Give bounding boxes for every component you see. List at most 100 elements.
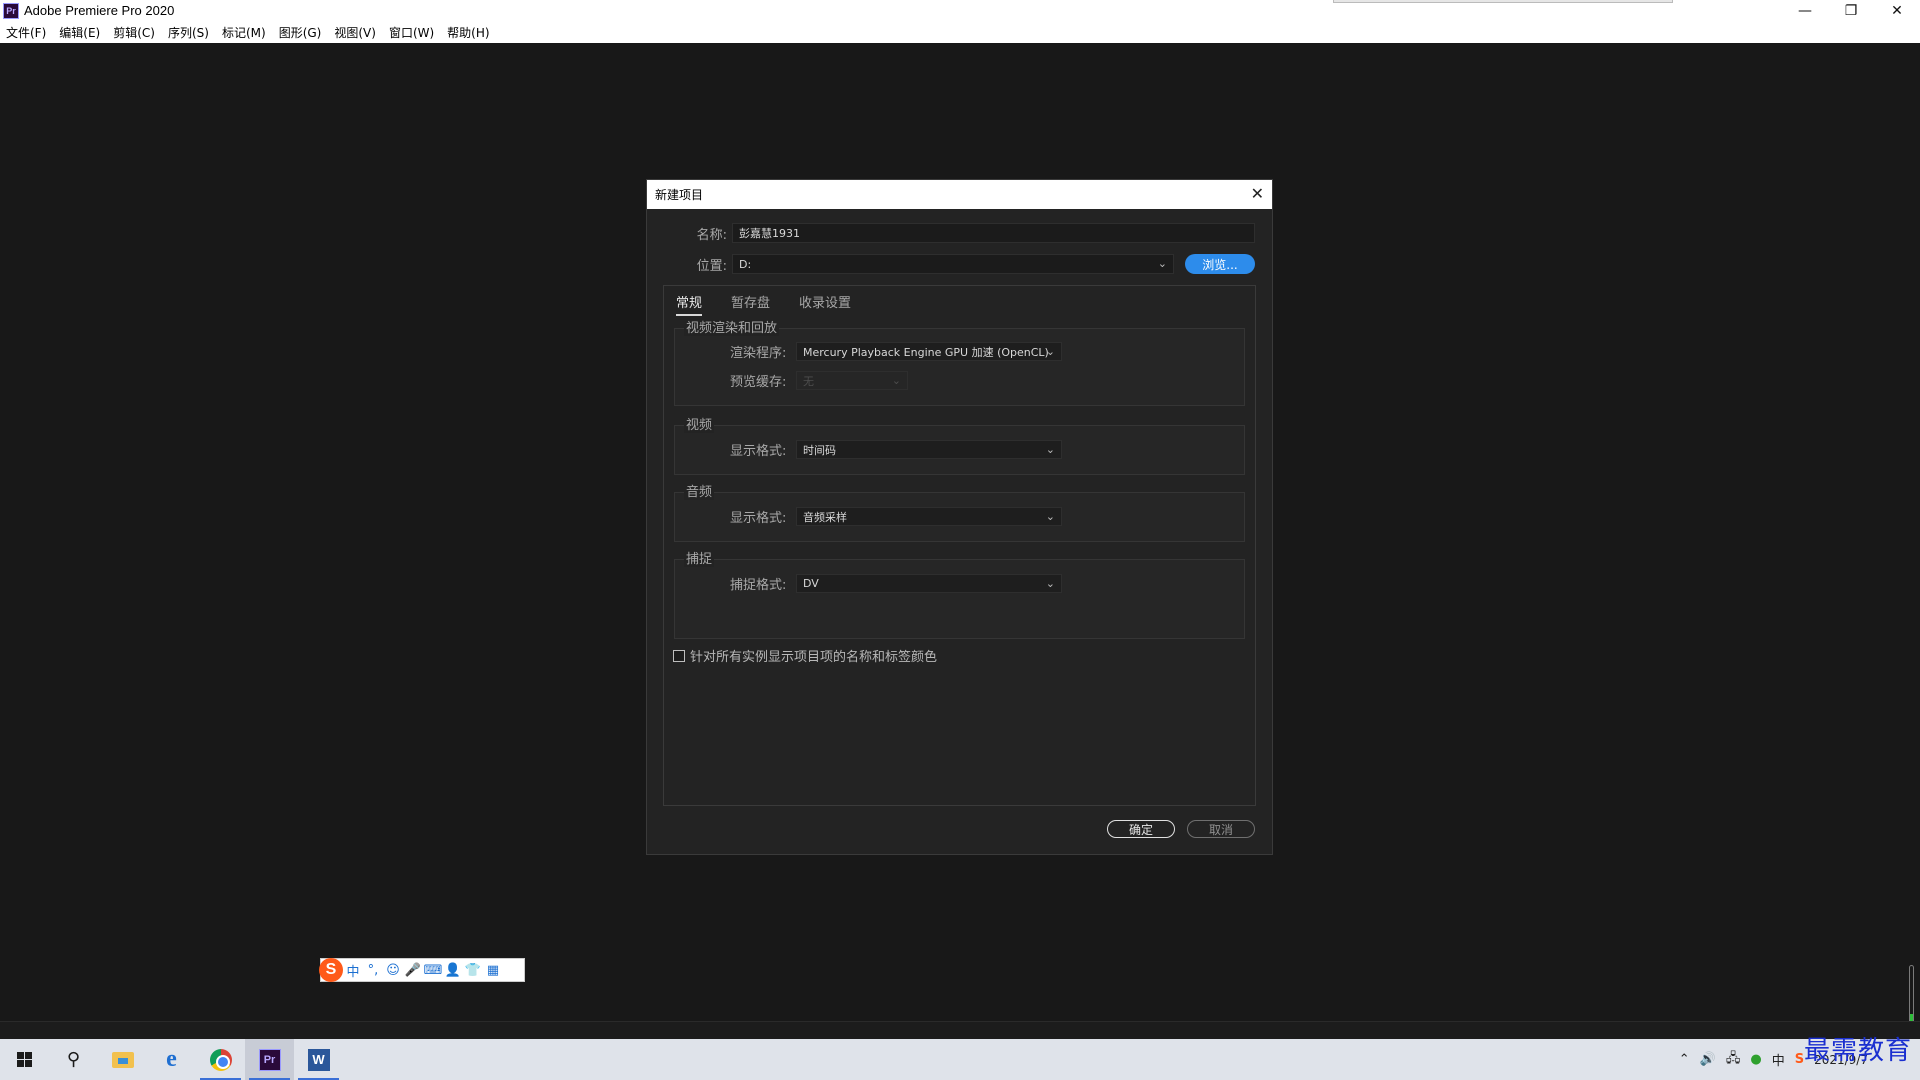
chevron-down-icon: ⌄ bbox=[1045, 577, 1055, 590]
chinese-mode-icon[interactable]: 中 bbox=[343, 961, 363, 980]
group-title: 捕捉 bbox=[684, 548, 715, 567]
capture-group: 捕捉 捕捉格式: DV ⌄ bbox=[674, 548, 1245, 639]
preview-cache-select: 无 ⌄ bbox=[796, 371, 908, 390]
renderer-label: 渲染程序: bbox=[730, 346, 787, 361]
minimize-button[interactable]: — bbox=[1782, 0, 1828, 21]
video-format-label: 显示格式: bbox=[730, 444, 787, 459]
location-value: D: bbox=[739, 257, 752, 271]
video-format-value: 时间码 bbox=[803, 443, 836, 457]
checkbox-label: 针对所有实例显示项目项的名称和标签颜色 bbox=[690, 650, 938, 665]
name-row: 名称: 彭嘉慧1931 bbox=[687, 223, 1255, 243]
show-label-color-option[interactable]: 针对所有实例显示项目项的名称和标签颜色 bbox=[673, 646, 937, 665]
dialog-title-bar: 新建项目 ✕ bbox=[647, 180, 1272, 209]
user-icon[interactable]: 👤 bbox=[443, 963, 463, 978]
windows-logo-icon bbox=[17, 1052, 32, 1067]
app-status-strip bbox=[0, 1021, 1920, 1039]
name-label: 名称: bbox=[696, 227, 727, 243]
chevron-down-icon: ⌄ bbox=[1157, 257, 1167, 270]
edge-icon: e bbox=[166, 1046, 177, 1072]
browse-button[interactable]: 浏览... bbox=[1185, 254, 1255, 274]
menu-view[interactable]: 视图(V) bbox=[334, 24, 376, 41]
close-icon[interactable]: ✕ bbox=[1251, 184, 1264, 203]
tab-ingest-settings[interactable]: 收录设置 bbox=[799, 292, 851, 316]
restore-button[interactable]: ❐ bbox=[1828, 0, 1874, 21]
tab-general[interactable]: 常规 bbox=[676, 292, 703, 316]
audio-format-value: 音频采样 bbox=[803, 510, 847, 524]
capture-format-value: DV bbox=[803, 577, 819, 590]
security-icon[interactable]: ● bbox=[1750, 1052, 1761, 1067]
location-label: 位置: bbox=[696, 258, 727, 274]
window-title: Adobe Premiere Pro 2020 bbox=[24, 3, 175, 18]
punctuation-icon[interactable]: °, bbox=[363, 963, 383, 978]
menu-file[interactable]: 文件(F) bbox=[6, 24, 46, 41]
cancel-button[interactable]: 取消 bbox=[1187, 820, 1255, 838]
video-format-select[interactable]: 时间码 ⌄ bbox=[796, 440, 1062, 459]
ime-toolbar: S 中 °, ☺ 🎤 ⌨ 👤 👕 ▦ bbox=[319, 958, 525, 982]
sogou-tray-icon[interactable]: S bbox=[1795, 1052, 1804, 1067]
volume-indicator bbox=[1909, 965, 1914, 1025]
capture-format-select[interactable]: DV ⌄ bbox=[796, 574, 1062, 593]
microphone-icon[interactable]: 🎤 bbox=[403, 963, 423, 978]
menu-sequence[interactable]: 序列(S) bbox=[168, 24, 209, 41]
edge-button[interactable]: e bbox=[147, 1039, 196, 1080]
menu-markers[interactable]: 标记(M) bbox=[222, 24, 266, 41]
premiere-app-icon: Pr bbox=[3, 2, 19, 19]
group-title: 视频渲染和回放 bbox=[684, 317, 780, 336]
menu-help[interactable]: 帮助(H) bbox=[447, 24, 489, 41]
renderer-select[interactable]: Mercury Playback Engine GPU 加速 (OpenCL) … bbox=[796, 342, 1062, 361]
title-bar: Pr Adobe Premiere Pro 2020 — ❐ ✕ bbox=[0, 0, 1920, 21]
preview-cache-label: 预览缓存: bbox=[730, 375, 787, 390]
tab-scratch-disks[interactable]: 暂存盘 bbox=[731, 292, 770, 316]
close-window-button[interactable]: ✕ bbox=[1874, 0, 1920, 21]
file-explorer-button[interactable] bbox=[98, 1039, 147, 1080]
menu-clip[interactable]: 剪辑(C) bbox=[113, 24, 155, 41]
group-title: 视频 bbox=[684, 414, 715, 433]
word-icon: W bbox=[307, 1048, 330, 1071]
menu-edit[interactable]: 编辑(E) bbox=[59, 24, 100, 41]
toolbox-icon[interactable]: ▦ bbox=[483, 963, 503, 978]
ok-button[interactable]: 确定 bbox=[1107, 820, 1175, 838]
search-icon: ⚲ bbox=[66, 1049, 81, 1070]
chevron-down-icon: ⌄ bbox=[1045, 345, 1055, 358]
video-rendering-group: 视频渲染和回放 渲染程序: Mercury Playback Engine GP… bbox=[674, 317, 1245, 406]
tooltip-edge bbox=[1333, 0, 1673, 3]
input-method-icon[interactable]: 中 bbox=[1772, 1050, 1785, 1069]
keyboard-icon[interactable]: ⌨ bbox=[423, 963, 443, 978]
watermark-logo: 最需教育 bbox=[1803, 1036, 1912, 1066]
sogou-logo-icon[interactable]: S bbox=[319, 958, 343, 982]
skin-icon[interactable]: 👕 bbox=[463, 963, 483, 978]
start-button[interactable] bbox=[0, 1039, 49, 1080]
window-controls: — ❐ ✕ bbox=[1782, 0, 1920, 21]
menu-graphics[interactable]: 图形(G) bbox=[279, 24, 322, 41]
audio-format-label: 显示格式: bbox=[730, 511, 787, 526]
capture-format-label: 捕捉格式: bbox=[730, 578, 787, 593]
word-taskbar-button[interactable]: W bbox=[294, 1039, 343, 1080]
search-button[interactable]: ⚲ bbox=[49, 1039, 98, 1080]
dialog-title: 新建项目 bbox=[655, 188, 704, 202]
new-project-dialog: 新建项目 ✕ 名称: 彭嘉慧1931 位置: D: ⌄ 浏览... 常规 暂存盘… bbox=[646, 179, 1273, 855]
chevron-down-icon: ⌄ bbox=[891, 374, 901, 387]
chrome-button[interactable] bbox=[196, 1039, 245, 1080]
chevron-down-icon: ⌄ bbox=[1045, 443, 1055, 456]
audio-group: 音频 显示格式: 音频采样 ⌄ bbox=[674, 481, 1245, 542]
chevron-down-icon: ⌄ bbox=[1045, 510, 1055, 523]
location-row: 位置: D: ⌄ 浏览... bbox=[687, 254, 1255, 274]
audio-format-select[interactable]: 音频采样 ⌄ bbox=[796, 507, 1062, 526]
chrome-icon bbox=[209, 1048, 232, 1071]
folder-icon bbox=[111, 1051, 134, 1068]
settings-panel: 常规 暂存盘 收录设置 视频渲染和回放 渲染程序: Mercury Playba… bbox=[663, 285, 1256, 806]
name-input[interactable]: 彭嘉慧1931 bbox=[732, 223, 1255, 243]
emoji-icon[interactable]: ☺ bbox=[383, 963, 403, 978]
preview-cache-value: 无 bbox=[803, 374, 814, 388]
volume-icon[interactable]: 🔊 bbox=[1700, 1052, 1716, 1067]
network-icon[interactable]: 🖧 bbox=[1726, 1049, 1741, 1071]
chevron-up-icon[interactable]: ⌃ bbox=[1679, 1052, 1690, 1067]
taskbar: ⚲ e Pr W ⌃ 🔊 🖧 ● 中 S 2021/9/7 bbox=[0, 1039, 1920, 1080]
show-label-color-checkbox[interactable] bbox=[673, 649, 685, 662]
renderer-value: Mercury Playback Engine GPU 加速 (OpenCL) bbox=[803, 345, 1049, 359]
menu-bar: 文件(F) 编辑(E) 剪辑(C) 序列(S) 标记(M) 图形(G) 视图(V… bbox=[0, 21, 1920, 43]
video-group: 视频 显示格式: 时间码 ⌄ bbox=[674, 414, 1245, 475]
menu-window[interactable]: 窗口(W) bbox=[389, 24, 434, 41]
premiere-taskbar-button[interactable]: Pr bbox=[245, 1039, 294, 1080]
location-select[interactable]: D: ⌄ bbox=[732, 254, 1174, 274]
